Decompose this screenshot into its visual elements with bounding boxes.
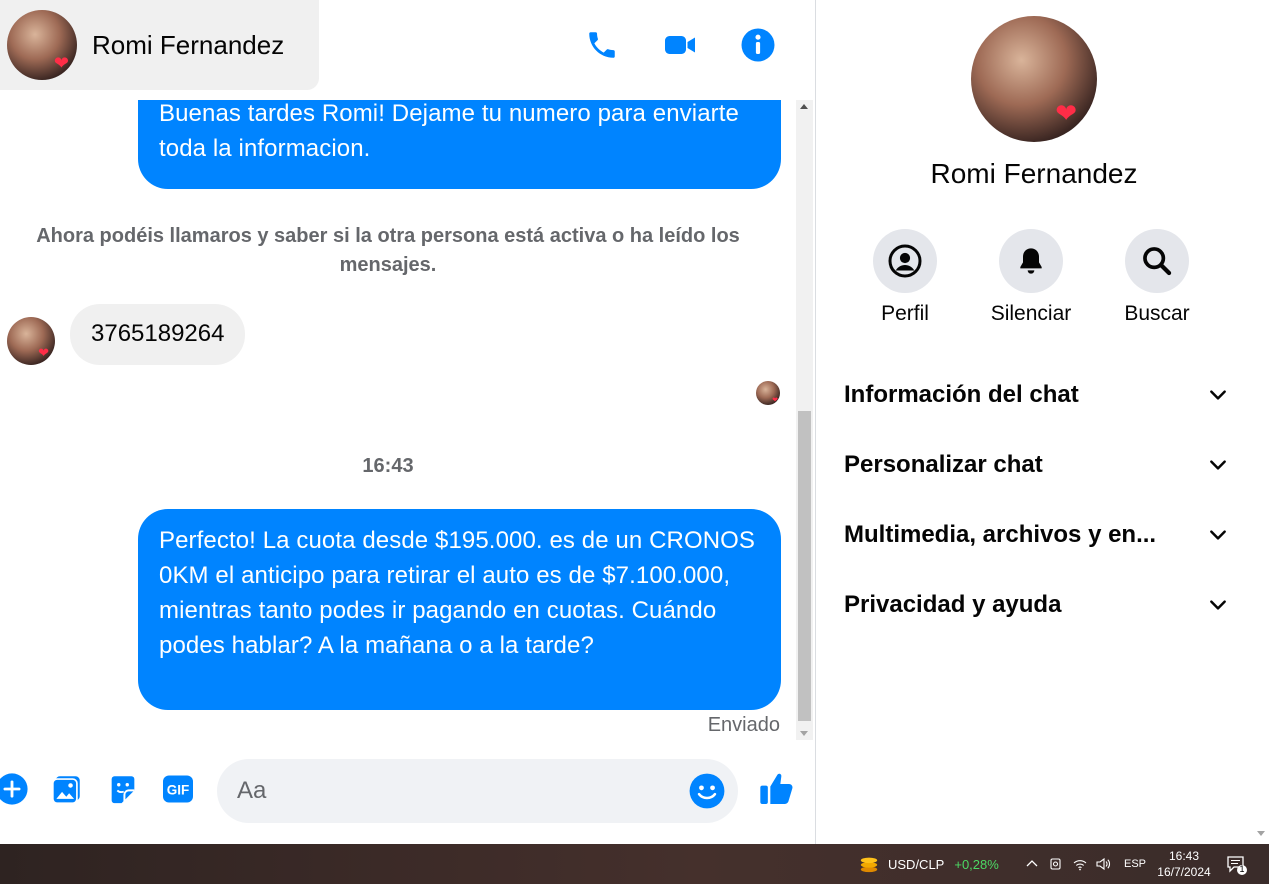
conversation-info-panel: ❤ Romi Fernandez Perfil Silenciar Buscar [816,0,1252,844]
clock-date: 16/7/2024 [1157,865,1211,879]
gif-icon: GIF [163,775,193,803]
profile-name: Romi Fernandez [930,158,1138,189]
language-indicator[interactable]: ESP [1124,844,1146,884]
scroll-down-arrow-icon[interactable] [1257,831,1265,836]
system-notice: Ahora podéis llamaros y saber si la otra… [36,225,740,276]
emoji-button[interactable] [688,772,726,810]
chat-header: ❤ Romi Fernandez [0,0,815,100]
contact-name[interactable]: Romi Fernandez [92,30,284,61]
profile-action-button[interactable]: Perfil [850,229,960,326]
scroll-up-arrow-icon[interactable] [800,104,808,109]
profile-action-label: Perfil [881,302,929,325]
clock-time: 16:43 [1168,849,1200,863]
search-action-circle[interactable] [1125,229,1189,293]
notification-count: 1 [1239,864,1245,874]
more-actions-button[interactable] [0,771,30,807]
mute-action-circle[interactable] [999,229,1063,293]
attach-image-button[interactable] [49,771,85,807]
like-button[interactable] [757,769,797,809]
sticker-icon [111,776,135,804]
timestamp-separator: 16:43 [362,455,414,477]
thumbs-up-icon [760,773,793,804]
search-icon [1143,247,1172,276]
bell-icon [1020,248,1042,274]
conversation-info-button[interactable] [739,26,777,64]
section-label: Personalizar chat [844,451,1043,478]
taskbar: USD/CLP +0,28% ESP 16:43 16/7/2024 1 [0,844,1269,884]
heart-icon: ❤ [772,397,778,404]
message-list[interactable]: Buenas tardes Romi! Dejame tu numero par… [0,90,796,740]
chevron-down-icon [1210,390,1226,400]
header-actions [583,26,777,64]
scroll-thumb[interactable] [798,411,811,721]
outgoing-message[interactable]: Buenas tardes Romi! Dejame tu numero par… [138,90,781,189]
image-gallery-icon [51,776,80,805]
heart-icon: ❤ [1055,98,1077,128]
clock[interactable]: 16:43 16/7/2024 [1152,848,1216,880]
section-privacy-help[interactable]: Privacidad y ayuda [844,570,1228,640]
plus-circle-icon [0,773,28,805]
chevron-down-icon [1210,530,1226,540]
scroll-down-arrow-icon[interactable] [800,731,808,736]
profile-action-circle[interactable] [873,229,937,293]
incoming-message-row: ❤ 3765189264 [7,303,246,365]
section-customize-chat[interactable]: Personalizar chat [844,430,1228,500]
contact-avatar[interactable]: ❤ [7,10,77,80]
messenger-window: ❤ Romi Fernandez Buenas tardes Romi! Dej… [0,0,1269,884]
message-status: Enviado [707,714,780,736]
read-receipt-avatar: ❤ [756,381,780,405]
section-media-files[interactable]: Multimedia, archivos y en... [844,500,1228,570]
section-chat-info[interactable]: Información del chat [844,360,1228,430]
info-icon [741,28,775,62]
mute-action-label: Silenciar [990,302,1072,325]
phone-icon [589,32,615,58]
coins-icon [860,857,878,873]
mute-action-button[interactable]: Silenciar [976,229,1086,326]
incoming-message[interactable]: 3765189264 [70,303,246,365]
chevron-down-icon [1210,600,1226,610]
search-action-button[interactable]: Buscar [1102,229,1212,326]
sticker-button[interactable] [105,771,141,807]
video-camera-icon [665,36,695,54]
message-composer: GIF [0,755,815,831]
profile-icon [888,244,922,278]
ticker-symbol: USD/CLP [888,856,945,872]
camera-icon[interactable] [1048,856,1064,872]
svg-text:GIF: GIF [167,782,190,797]
video-call-button[interactable] [661,26,699,64]
message-input-box[interactable] [217,759,738,823]
outgoing-message[interactable]: Perfecto! La cuota desde $195.000. es de… [138,509,781,710]
chevron-down-icon [1210,460,1226,470]
sender-avatar[interactable]: ❤ [7,317,55,365]
heart-icon: ❤ [38,345,49,360]
stock-ticker-widget[interactable]: USD/CLP +0,28% [858,844,999,884]
voice-call-button[interactable] [583,26,621,64]
volume-icon[interactable] [1095,856,1111,872]
section-label: Información del chat [844,381,1079,408]
ticker-change: +0,28% [954,856,999,872]
section-label: Privacidad y ayuda [844,591,1062,618]
wifi-icon[interactable] [1072,856,1088,872]
smiley-icon [689,773,725,809]
section-label: Multimedia, archivos y en... [844,521,1157,548]
page-scrollbar[interactable] [1252,0,1269,844]
gif-button[interactable]: GIF [160,771,196,807]
header-contact[interactable]: ❤ Romi Fernandez [0,0,319,90]
info-sections: Información del chat Personalizar chat M… [844,360,1228,640]
chevron-up-icon[interactable] [1024,856,1040,872]
notification-center-button[interactable]: 1 [1226,854,1248,876]
message-input[interactable] [237,759,677,823]
search-action-label: Buscar [1124,302,1190,325]
heart-icon: ❤ [53,53,69,73]
messages-scrollbar[interactable] [796,100,813,740]
profile-avatar[interactable]: ❤ [971,16,1097,142]
